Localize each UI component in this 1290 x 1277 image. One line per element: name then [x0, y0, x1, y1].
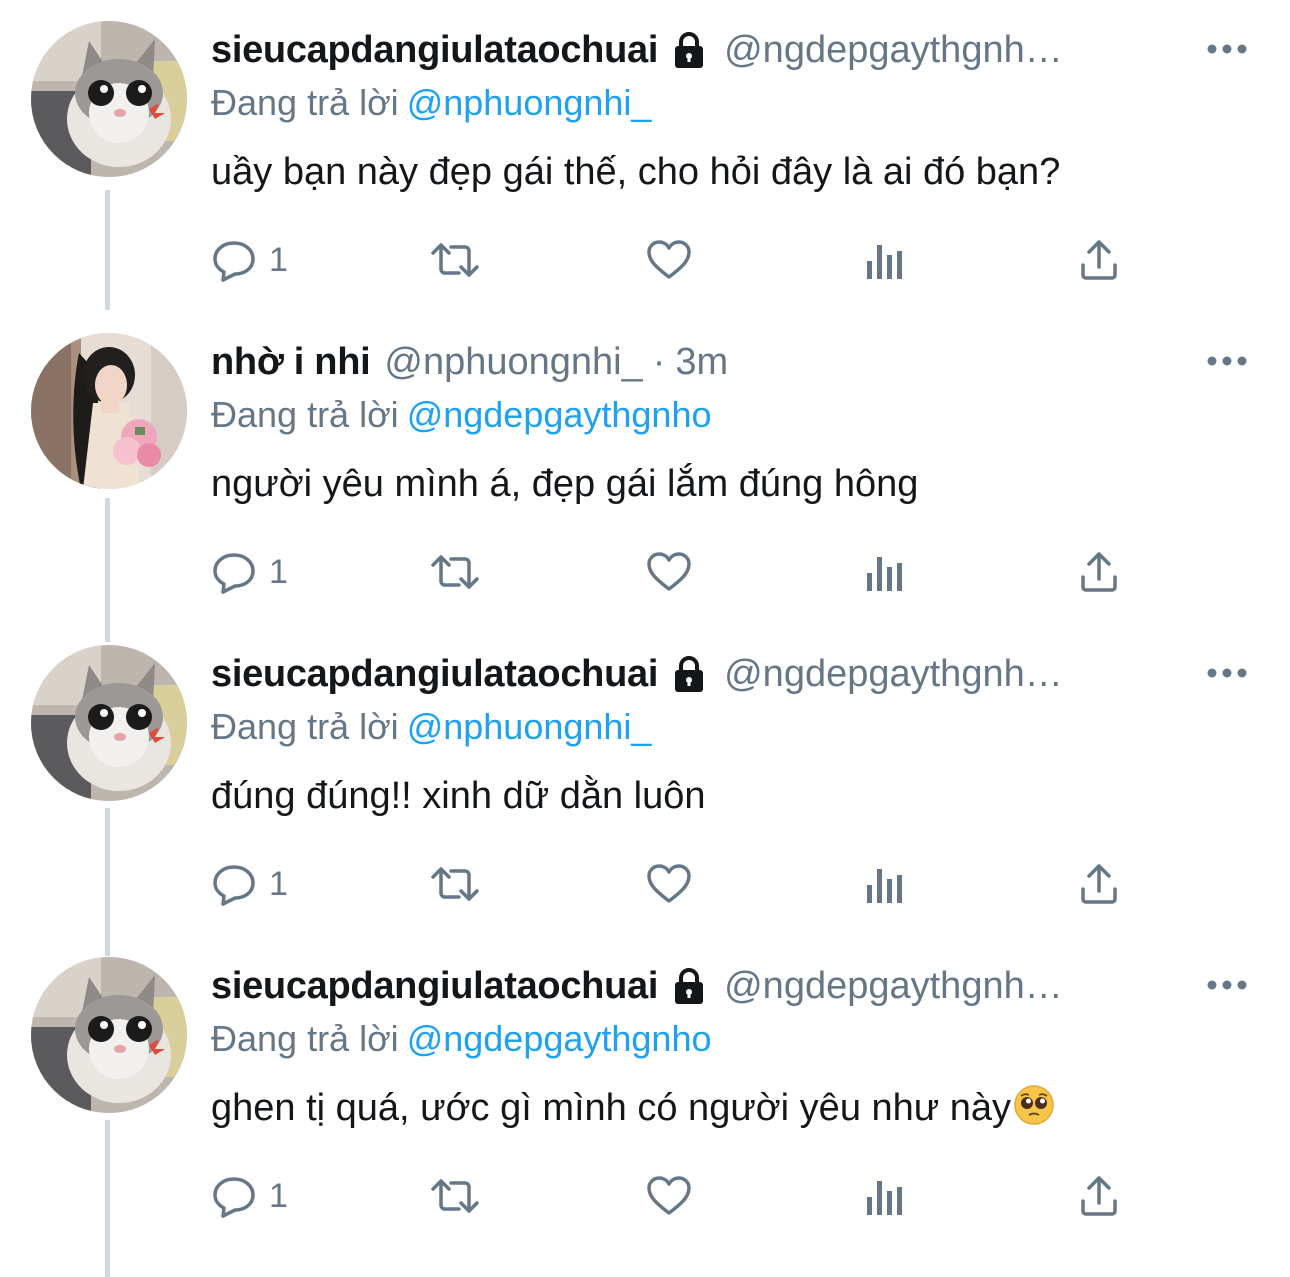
handle[interactable]: @ngdepgaythgnh… [724, 22, 1063, 78]
handle[interactable]: @nphuongnhi_ [384, 334, 642, 390]
tweet-header: sieucapdangiulataochuai @ngdepgaythgnh… [211, 22, 1201, 78]
replying-label: Đang trả lời [211, 1018, 399, 1059]
cat-avatar-image [31, 21, 187, 177]
tweet-actions: 1 [211, 1168, 1161, 1224]
avatar[interactable] [31, 645, 187, 801]
like-button[interactable] [645, 1168, 693, 1224]
heart-icon [647, 552, 691, 591]
share-icon [1081, 552, 1117, 592]
replying-mention[interactable]: @ngdepgaythgnho [407, 394, 712, 435]
replying-label: Đang trả lời [211, 82, 399, 123]
tweet[interactable]: nhờ i nhi @nphuongnhi_ · 3m Đang trả lời… [0, 312, 1290, 624]
more-horizontal-icon[interactable] [1206, 350, 1248, 372]
like-button[interactable] [645, 856, 693, 912]
retweet-icon [431, 1179, 479, 1213]
retweet-icon [431, 555, 479, 589]
cat-avatar-image [31, 957, 187, 1113]
tweet-actions: 1 [211, 232, 1161, 288]
lock-icon [668, 29, 710, 71]
more-horizontal-icon[interactable] [1206, 38, 1248, 60]
girl-avatar-image [31, 333, 187, 489]
retweet-button[interactable] [429, 544, 481, 600]
retweet-icon [431, 867, 479, 901]
replying-mention[interactable]: @nphuongnhi_ [407, 82, 652, 123]
reply-button[interactable]: 1 [211, 1168, 288, 1224]
analytics-icon [867, 557, 902, 591]
tweet-actions: 1 [211, 544, 1161, 600]
cat-avatar-image [31, 645, 187, 801]
retweet-button[interactable] [429, 232, 481, 288]
replying-label: Đang trả lời [211, 394, 399, 435]
display-name[interactable]: sieucapdangiulataochuai [211, 958, 658, 1014]
tweet[interactable]: sieucapdangiulataochuai @ngdepgaythgnh… … [0, 0, 1290, 312]
heart-icon [647, 864, 691, 903]
reply-count: 1 [269, 865, 288, 903]
replying-mention[interactable]: @ngdepgaythgnho [407, 1018, 712, 1059]
views-button[interactable] [863, 544, 907, 600]
reply-button[interactable]: 1 [211, 544, 288, 600]
share-button[interactable] [1077, 232, 1121, 288]
tweet-text-row: ghen tị quá, ước gì mình có người yêu nh… [211, 1080, 1055, 1136]
more-horizontal-icon[interactable] [1206, 974, 1248, 996]
tweet-text: người yêu mình á, đẹp gái lắm đúng hông [211, 463, 919, 505]
like-button[interactable] [645, 544, 693, 600]
like-button[interactable] [645, 232, 693, 288]
views-button[interactable] [863, 856, 907, 912]
share-icon [1081, 1176, 1117, 1216]
tweet-text: ghen tị quá, ước gì mình có người yêu nh… [211, 1087, 1012, 1129]
replying-to: Đang trả lời @ngdepgaythgnho [211, 390, 712, 440]
analytics-icon [867, 1181, 902, 1215]
heart-icon [647, 1176, 691, 1215]
display-name[interactable]: nhờ i nhi [211, 334, 371, 390]
replying-to: Đang trả lời @nphuongnhi_ [211, 78, 651, 128]
reply-button[interactable]: 1 [211, 232, 288, 288]
reply-count: 1 [269, 1177, 288, 1215]
replying-label: Đang trả lời [211, 706, 399, 747]
handle[interactable]: @ngdepgaythgnh… [724, 958, 1063, 1014]
analytics-icon [867, 869, 902, 903]
lock-icon [668, 965, 710, 1007]
reply-bubble-icon [213, 241, 255, 282]
display-name[interactable]: sieucapdangiulataochuai [211, 646, 658, 702]
tweet[interactable]: sieucapdangiulataochuai @ngdepgaythgnh… … [0, 624, 1290, 936]
tweet[interactable]: sieucapdangiulataochuai @ngdepgaythgnh… … [0, 936, 1290, 1248]
analytics-icon [867, 245, 902, 279]
tweet-actions: 1 [211, 856, 1161, 912]
lock-icon [668, 653, 710, 695]
reply-button[interactable]: 1 [211, 856, 288, 912]
handle[interactable]: @ngdepgaythgnh… [724, 646, 1063, 702]
retweet-icon [431, 243, 479, 277]
tweet-text: đúng đúng!! xinh dữ dằn luôn [211, 775, 706, 817]
more-horizontal-icon[interactable] [1206, 662, 1248, 684]
display-name[interactable]: sieucapdangiulataochuai [211, 22, 658, 78]
share-button[interactable] [1077, 544, 1121, 600]
tweet-header: sieucapdangiulataochuai @ngdepgaythgnh… [211, 646, 1201, 702]
share-button[interactable] [1077, 856, 1121, 912]
views-button[interactable] [863, 232, 907, 288]
replying-mention[interactable]: @nphuongnhi_ [407, 706, 652, 747]
tweet-text: uầy bạn này đẹp gái thế, cho hỏi đây là … [211, 151, 1061, 193]
replying-to: Đang trả lời @nphuongnhi_ [211, 702, 651, 752]
retweet-button[interactable] [429, 1168, 481, 1224]
reply-count: 1 [269, 241, 288, 279]
tweet-header: nhờ i nhi @nphuongnhi_ · 3m [211, 334, 1201, 390]
time-separator: · [652, 341, 666, 383]
tweet-header: sieucapdangiulataochuai @ngdepgaythgnh… [211, 958, 1201, 1014]
share-icon [1081, 240, 1117, 280]
heart-icon [647, 240, 691, 279]
replying-to: Đang trả lời @ngdepgaythgnho [211, 1014, 712, 1064]
reply-bubble-icon [213, 1177, 255, 1218]
avatar[interactable] [31, 957, 187, 1113]
reply-bubble-icon [213, 865, 255, 906]
views-button[interactable] [863, 1168, 907, 1224]
reply-bubble-icon [213, 553, 255, 594]
reply-count: 1 [269, 553, 288, 591]
share-button[interactable] [1077, 1168, 1121, 1224]
retweet-button[interactable] [429, 856, 481, 912]
pleading-face-emoji-icon [1013, 1084, 1055, 1126]
share-icon [1081, 864, 1117, 904]
avatar[interactable] [31, 333, 187, 489]
timestamp[interactable]: 3m [675, 334, 728, 390]
avatar[interactable] [31, 21, 187, 177]
